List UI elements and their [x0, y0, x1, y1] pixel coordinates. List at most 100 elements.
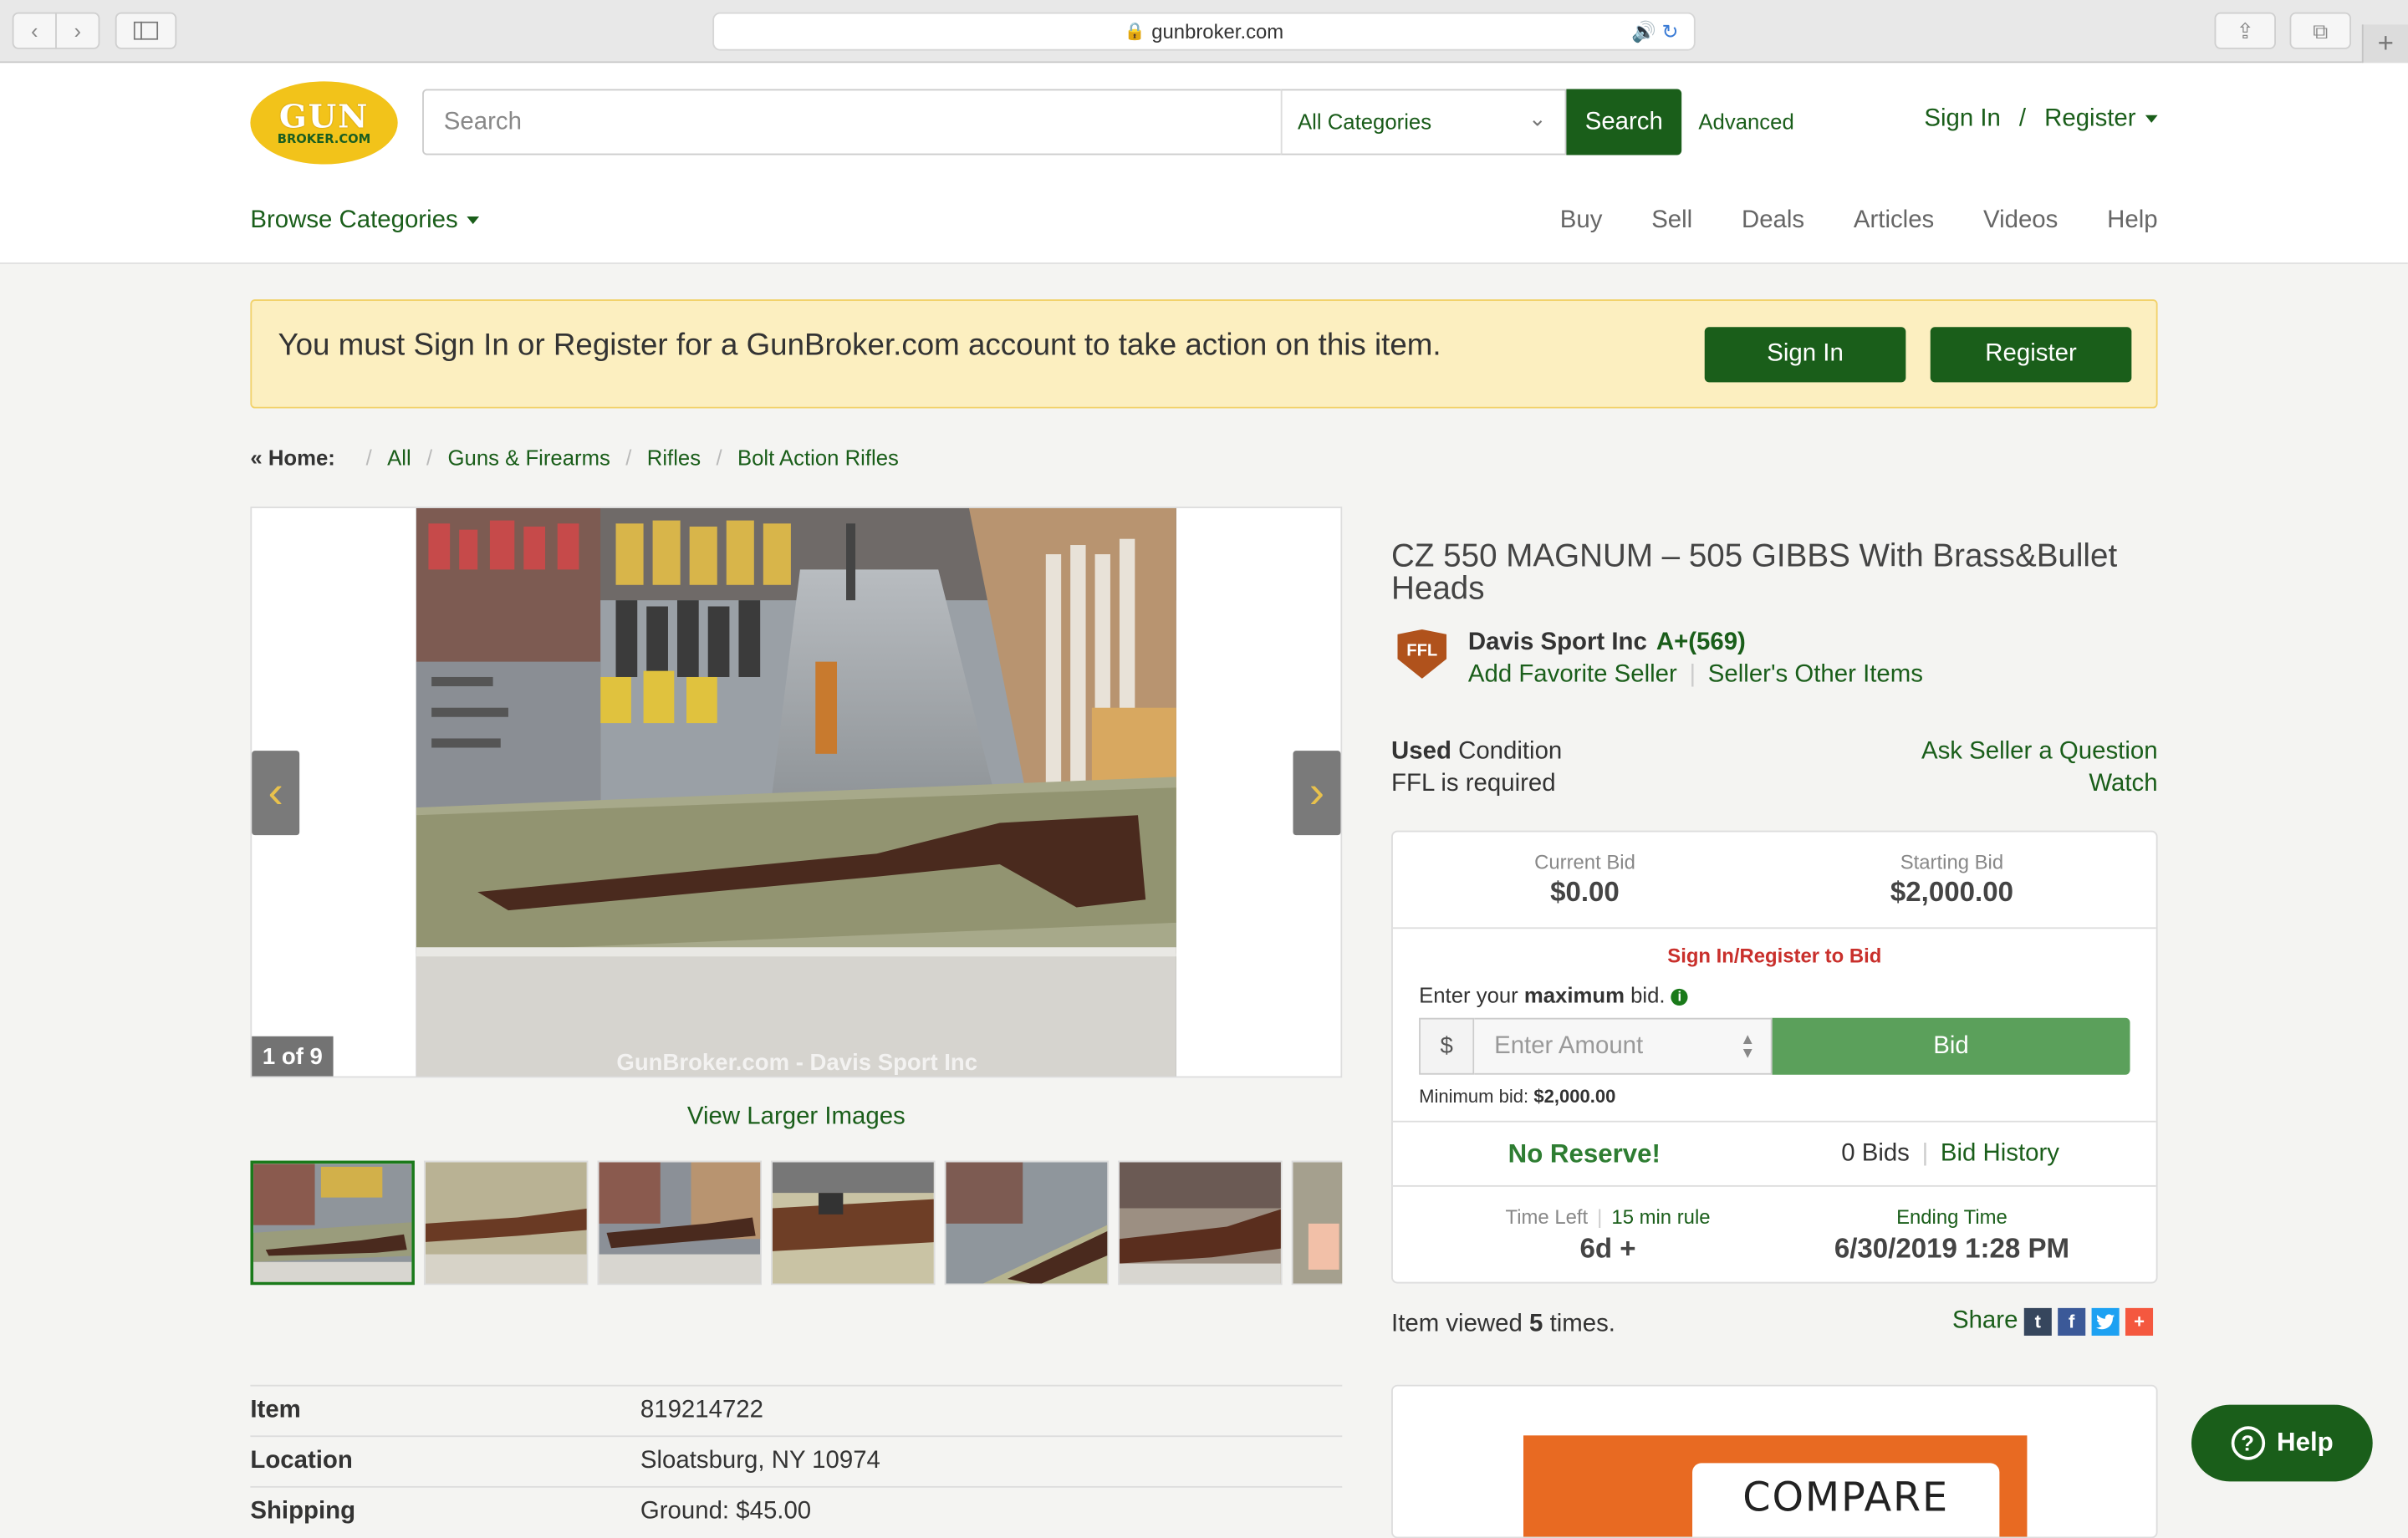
addthis-icon[interactable]: + — [2125, 1307, 2154, 1336]
current-bid-value: $0.00 — [1550, 876, 1620, 908]
bid-amount-input[interactable] — [1474, 1019, 1771, 1073]
no-reserve-label: No Reserve! — [1508, 1138, 1661, 1169]
thumbnail-5[interactable] — [944, 1160, 1110, 1286]
thumbnail-2[interactable] — [423, 1160, 589, 1286]
seller-other-items-link[interactable]: Seller's Other Items — [1708, 662, 1923, 688]
minimum-bid: Minimum bid: $2,000.00 — [1419, 1086, 1615, 1108]
stepper-icon[interactable]: ▲ ▼ — [1740, 1032, 1755, 1062]
detail-label: Location — [250, 1448, 353, 1474]
browse-categories-menu[interactable]: Browse Categories — [250, 207, 480, 235]
breadcrumb-rifles[interactable]: Rifles — [647, 446, 701, 470]
seller-name[interactable]: Davis Sport Inc — [1468, 629, 1647, 655]
help-button[interactable]: ? Help — [2191, 1404, 2373, 1482]
breadcrumb-separator: / — [426, 445, 433, 471]
time-left-value: 6d + — [1579, 1232, 1636, 1264]
main-product-photo[interactable]: GunBroker.com - Davis Sport Inc — [416, 507, 1176, 1077]
thumbnail-1[interactable] — [250, 1160, 415, 1286]
thumbnail-image — [1293, 1162, 1343, 1284]
lock-icon: 🔒 — [1124, 23, 1145, 42]
thumbnail-7[interactable] — [1291, 1160, 1343, 1286]
sign-in-alert: You must Sign In or Register for a GunBr… — [250, 299, 2158, 409]
nav-buy[interactable]: Buy — [1560, 207, 1603, 235]
bids-count: 0 Bids — [1841, 1140, 1910, 1167]
enter-bold: maximum — [1523, 982, 1625, 1007]
address-bar[interactable]: 🔒 gunbroker.com 🔊 ↻ — [712, 12, 1696, 51]
browser-toolbar: ‹ › 🔒 gunbroker.com 🔊 ↻ ⇪ ⧉ + — [0, 0, 2408, 65]
starting-bid-value: $2,000.00 — [1890, 876, 2013, 908]
chevron-right-icon: › — [74, 18, 82, 43]
detail-label: Shipping — [250, 1498, 356, 1525]
account-links: Sign In / Register — [1924, 106, 2158, 134]
breadcrumb-bolt-action-rifles[interactable]: Bolt Action Rifles — [737, 446, 899, 470]
image-counter: 1 of 9 — [252, 1036, 334, 1077]
nav-articles[interactable]: Articles — [1854, 207, 1934, 235]
forward-button[interactable]: › — [55, 12, 100, 49]
search-input[interactable] — [423, 90, 1281, 154]
share-browser-button[interactable]: ⇪ — [2214, 12, 2276, 49]
top-nav: Buy Sell Deals Articles Videos Help — [1560, 207, 2158, 235]
register-link[interactable]: Register — [2044, 106, 2158, 132]
breadcrumb-home[interactable]: « Home: — [250, 446, 334, 470]
advanced-search-link[interactable]: Advanced — [1698, 109, 1793, 133]
thumbnail-image — [946, 1162, 1108, 1284]
category-selected: All Categories — [1298, 109, 1432, 134]
back-button[interactable]: ‹ — [12, 12, 57, 49]
ask-seller-question-link[interactable]: Ask Seller a Question — [1921, 736, 2158, 768]
reserve-row: No Reserve! 0 Bids | Bid History — [1392, 1120, 2156, 1187]
max-bid-instruction: Enter your maximum bid. i — [1419, 982, 1688, 1007]
new-tab-button[interactable]: + — [2361, 24, 2408, 65]
enter-suffix: bid. — [1630, 982, 1666, 1007]
info-icon[interactable]: i — [1671, 988, 1688, 1006]
thumbnail-6[interactable] — [1118, 1160, 1283, 1286]
sidebar-button[interactable] — [115, 12, 177, 49]
nav-help[interactable]: Help — [2107, 207, 2157, 235]
question-icon: ? — [2230, 1426, 2265, 1460]
alert-sign-in-button[interactable]: Sign In — [1704, 327, 1906, 383]
gallery-prev-button[interactable]: ‹ — [252, 751, 300, 836]
gallery-next-button[interactable]: › — [1293, 751, 1341, 836]
add-favorite-seller-link[interactable]: Add Favorite Seller — [1468, 662, 1677, 688]
tumblr-icon[interactable]: t — [2023, 1307, 2052, 1336]
table-row: Location Sloatsburg, NY 10974 — [250, 1435, 1343, 1486]
breadcrumb-all[interactable]: All — [387, 446, 411, 470]
nav-deals[interactable]: Deals — [1742, 207, 1804, 235]
divider: | — [1597, 1204, 1603, 1229]
url-text: gunbroker.com — [1151, 19, 1284, 43]
facebook-icon[interactable]: f — [2058, 1307, 2086, 1336]
view-larger-images-link[interactable]: View Larger Images — [250, 1104, 1342, 1132]
viewed-count: 5 — [1529, 1311, 1543, 1337]
min-bid-value: $2,000.00 — [1533, 1085, 1616, 1108]
ffl-badge-icon: FFL — [1397, 629, 1447, 679]
item-details-table: Item 819214722 Location Sloatsburg, NY 1… — [250, 1384, 1343, 1537]
thumbnail-3[interactable] — [597, 1160, 763, 1286]
gunbroker-logo[interactable]: GUN BROKER.COM — [250, 81, 398, 165]
min-rule-link[interactable]: 15 min rule — [1611, 1205, 1710, 1229]
sign-in-link[interactable]: Sign In — [1924, 106, 2000, 132]
image-gallery: GunBroker.com - Davis Sport Inc ‹ › 1 of… — [250, 507, 1343, 1078]
tabs-button[interactable]: ⧉ — [2289, 12, 2351, 49]
nav-sell[interactable]: Sell — [1651, 207, 1692, 235]
breadcrumb-guns-firearms[interactable]: Guns & Firearms — [448, 446, 610, 470]
thumbnail-4[interactable] — [771, 1160, 936, 1286]
seller-rating[interactable]: A+(569) — [1656, 629, 1746, 655]
share-label: Share — [1951, 1307, 2018, 1335]
ending-time-value: 6/30/2019 1:28 PM — [1834, 1232, 2070, 1264]
bid-history-link[interactable]: Bid History — [1941, 1141, 2059, 1167]
nav-videos[interactable]: Videos — [1983, 207, 2058, 235]
starting-bid: Starting Bid $2,000.00 — [1798, 851, 2105, 909]
breadcrumb: « Home: / All / Guns & Firearms / Rifles… — [250, 446, 899, 470]
sign-in-to-bid-link[interactable]: Sign In/Register to Bid — [1393, 945, 2156, 968]
rifle-photo-illustration: GunBroker.com - Davis Sport Inc — [416, 507, 1176, 1077]
alert-register-button[interactable]: Register — [1930, 327, 2132, 383]
audio-reload-icons[interactable]: 🔊 ↻ — [1631, 20, 1678, 44]
search-button[interactable]: Search — [1566, 89, 1682, 155]
twitter-icon[interactable] — [2091, 1307, 2120, 1336]
table-row: Shipping Ground: $45.00 — [250, 1485, 1343, 1537]
advertisement[interactable]: COMPARE — [1391, 1384, 2158, 1538]
thumbnail-image — [425, 1162, 587, 1284]
watch-link[interactable]: Watch — [1921, 767, 2157, 800]
table-row: Item 819214722 — [250, 1384, 1343, 1436]
category-select[interactable]: All Categories ⌄ — [1280, 89, 1567, 155]
bid-button[interactable]: Bid — [1772, 1017, 2130, 1075]
detail-value: Sloatsburg, NY 10974 — [640, 1448, 880, 1474]
